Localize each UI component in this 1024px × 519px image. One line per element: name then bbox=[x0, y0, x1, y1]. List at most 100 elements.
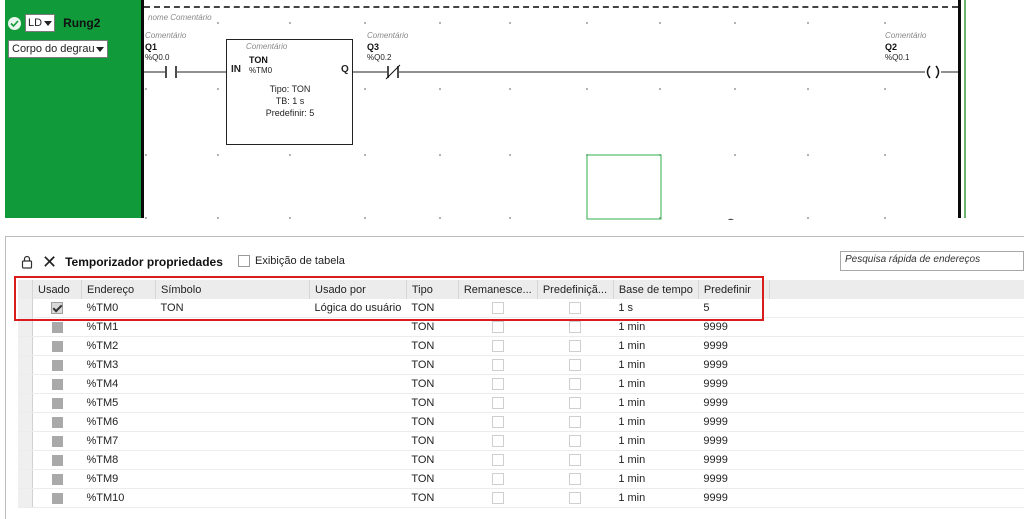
cell-preset[interactable]: 5 bbox=[698, 299, 770, 318]
cell-symbol[interactable] bbox=[155, 431, 310, 451]
cell-preset[interactable]: 9999 bbox=[698, 488, 770, 508]
preset-checkbox[interactable] bbox=[569, 416, 582, 429]
cell-time-base[interactable]: 1 min bbox=[613, 317, 699, 337]
retentive-checkbox[interactable] bbox=[491, 397, 504, 410]
preset-checkbox[interactable] bbox=[569, 435, 582, 448]
q1-address[interactable]: %Q0.0 bbox=[145, 53, 169, 62]
cell-time-base[interactable]: 1 min bbox=[613, 355, 699, 375]
table-row[interactable]: %TM8 TON 1 min 9999 bbox=[18, 450, 1024, 470]
row-header[interactable] bbox=[18, 450, 33, 470]
row-header[interactable] bbox=[18, 355, 33, 375]
lock-icon[interactable] bbox=[20, 255, 34, 269]
table-row[interactable]: %TM10 TON 1 min 9999 bbox=[18, 488, 1024, 508]
table-row[interactable]: %TM6 TON 1 min 9999 bbox=[18, 412, 1024, 432]
cell-preset[interactable]: 9999 bbox=[698, 355, 770, 375]
sync-icon[interactable]: ⟳ bbox=[726, 216, 738, 220]
cell-time-base[interactable]: 1 min bbox=[613, 336, 699, 356]
preset-checkbox[interactable] bbox=[569, 359, 582, 372]
splitter-controls[interactable]: ⟳ bbox=[710, 216, 756, 220]
table-row[interactable]: %TM5 TON 1 min 9999 bbox=[18, 393, 1024, 413]
col-remanescente[interactable]: Remanesce... bbox=[458, 280, 538, 299]
retentive-checkbox[interactable] bbox=[491, 359, 504, 372]
retentive-checkbox[interactable] bbox=[491, 435, 504, 448]
q3-comment[interactable]: Comentário bbox=[367, 31, 408, 40]
retentive-checkbox[interactable] bbox=[491, 492, 504, 505]
cell-time-base[interactable]: 1 min bbox=[613, 374, 699, 394]
preset-checkbox[interactable] bbox=[569, 378, 582, 391]
q2-address[interactable]: %Q0.1 bbox=[885, 53, 909, 62]
preset-checkbox[interactable] bbox=[569, 454, 582, 467]
q2-comment[interactable]: Comentário bbox=[885, 31, 926, 40]
row-header[interactable] bbox=[18, 374, 33, 394]
cell-time-base[interactable]: 1 min bbox=[613, 431, 699, 451]
retentive-checkbox[interactable] bbox=[491, 416, 504, 429]
q1-label[interactable]: Q1 bbox=[145, 42, 157, 52]
row-header[interactable] bbox=[18, 412, 33, 432]
cell-time-base[interactable]: 1 s bbox=[613, 299, 699, 318]
table-row[interactable]: %TM0 TON Lógica do usuário TON 1 s 5 bbox=[18, 299, 1024, 318]
q1-comment[interactable]: Comentário bbox=[145, 31, 186, 40]
col-predefinir[interactable]: Predefinir bbox=[698, 280, 770, 299]
q3-address[interactable]: %Q0.2 bbox=[367, 53, 391, 62]
row-header[interactable] bbox=[18, 431, 33, 451]
cell-time-base[interactable]: 1 min bbox=[613, 488, 699, 508]
cell-symbol[interactable]: TON bbox=[155, 299, 310, 318]
retentive-checkbox[interactable] bbox=[491, 321, 504, 334]
q2-label[interactable]: Q2 bbox=[885, 42, 897, 52]
row-header[interactable] bbox=[18, 317, 33, 337]
preset-checkbox[interactable] bbox=[569, 492, 582, 505]
cell-symbol[interactable] bbox=[155, 412, 310, 432]
col-usado[interactable]: Usado bbox=[32, 280, 82, 299]
retentive-checkbox[interactable] bbox=[491, 302, 504, 315]
cell-symbol[interactable] bbox=[155, 393, 310, 413]
table-row[interactable]: %TM3 TON 1 min 9999 bbox=[18, 355, 1024, 375]
cell-symbol[interactable] bbox=[155, 488, 310, 508]
col-usado-por[interactable]: Usado por bbox=[309, 280, 407, 299]
q3-label[interactable]: Q3 bbox=[367, 42, 379, 52]
preset-checkbox[interactable] bbox=[569, 397, 582, 410]
retentive-checkbox[interactable] bbox=[491, 340, 504, 353]
table-view-checkbox[interactable] bbox=[238, 255, 250, 267]
collapse-up-icon[interactable] bbox=[710, 219, 720, 220]
cell-symbol[interactable] bbox=[155, 469, 310, 489]
cell-preset[interactable]: 9999 bbox=[698, 450, 770, 470]
table-row[interactable]: %TM9 TON 1 min 9999 bbox=[18, 469, 1024, 489]
row-header[interactable] bbox=[18, 488, 33, 508]
cell-symbol[interactable] bbox=[155, 355, 310, 375]
address-search-input[interactable]: Pesquisa rápida de endereços bbox=[840, 251, 1024, 271]
cell-preset[interactable]: 9999 bbox=[698, 431, 770, 451]
row-header[interactable] bbox=[18, 336, 33, 356]
cell-symbol[interactable] bbox=[155, 374, 310, 394]
col-simbolo[interactable]: Símbolo bbox=[155, 280, 310, 299]
table-row[interactable]: %TM2 TON 1 min 9999 bbox=[18, 336, 1024, 356]
row-header[interactable] bbox=[18, 299, 33, 318]
cell-time-base[interactable]: 1 min bbox=[613, 393, 699, 413]
close-icon[interactable]: ✕ bbox=[42, 253, 57, 271]
table-row[interactable]: %TM7 TON 1 min 9999 bbox=[18, 431, 1024, 451]
col-predefinicao[interactable]: Predefiniçã... bbox=[537, 280, 614, 299]
cell-preset[interactable]: 9999 bbox=[698, 374, 770, 394]
table-row[interactable]: %TM4 TON 1 min 9999 bbox=[18, 374, 1024, 394]
cell-time-base[interactable]: 1 min bbox=[613, 469, 699, 489]
preset-checkbox[interactable] bbox=[569, 473, 582, 486]
col-tipo[interactable]: Tipo bbox=[406, 280, 459, 299]
cell-symbol[interactable] bbox=[155, 317, 310, 337]
cell-preset[interactable]: 9999 bbox=[698, 317, 770, 337]
retentive-checkbox[interactable] bbox=[491, 378, 504, 391]
preset-checkbox[interactable] bbox=[569, 321, 582, 334]
cell-time-base[interactable]: 1 min bbox=[613, 412, 699, 432]
col-base-tempo[interactable]: Base de tempo bbox=[613, 280, 699, 299]
cell-preset[interactable]: 9999 bbox=[698, 393, 770, 413]
cell-time-base[interactable]: 1 min bbox=[613, 450, 699, 470]
row-header[interactable] bbox=[18, 469, 33, 489]
table-row[interactable]: %TM1 TON 1 min 9999 bbox=[18, 317, 1024, 337]
preset-checkbox[interactable] bbox=[569, 302, 582, 315]
table-view-toggle[interactable]: Exibição de tabela bbox=[238, 255, 345, 267]
cell-symbol[interactable] bbox=[155, 336, 310, 356]
cell-preset[interactable]: 9999 bbox=[698, 469, 770, 489]
cell-preset[interactable]: 9999 bbox=[698, 412, 770, 432]
timer-comment[interactable]: Comentário bbox=[246, 42, 287, 51]
expand-down-icon[interactable] bbox=[743, 219, 756, 220]
row-header[interactable] bbox=[18, 393, 33, 413]
retentive-checkbox[interactable] bbox=[491, 473, 504, 486]
